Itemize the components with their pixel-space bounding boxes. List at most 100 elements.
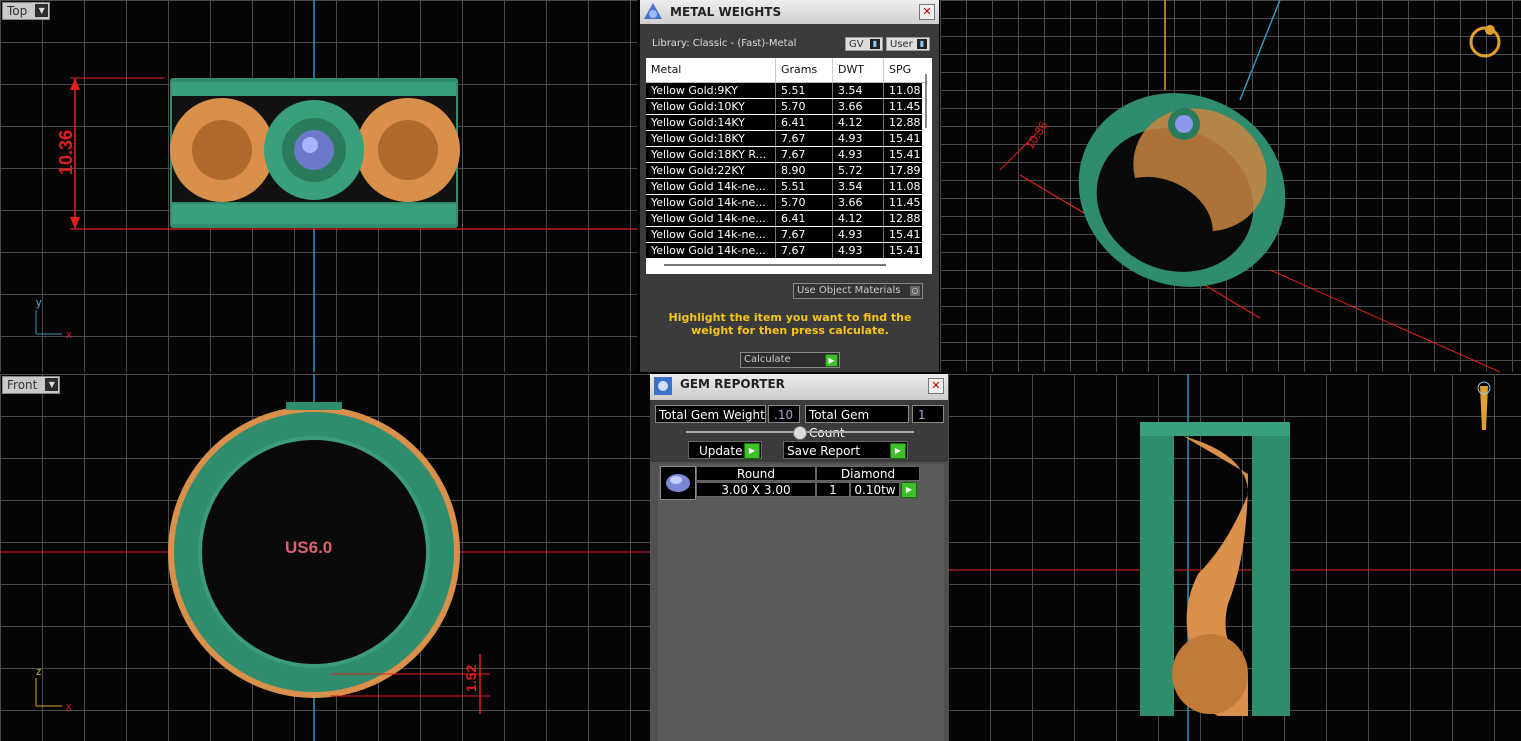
cell-grams: 5.51 [775,179,832,194]
play-icon[interactable]: ▶ [901,482,917,498]
cell-metal: Yellow Gold:18KY R... [651,148,767,161]
metal-weights-title: METAL WEIGHTS [670,5,782,19]
horizontal-scrollbar[interactable] [664,264,886,266]
gem-reporter-titlebar[interactable]: GEM REPORTER ✕ [650,374,948,400]
save-report-button[interactable]: Save Report ▶ [783,441,908,459]
cell-grams: 7.67 [775,131,832,146]
cell-spg: 15.41 [883,227,922,242]
table-row[interactable]: Yellow Gold 14k-ne... 5.70 3.66 11.45 [646,195,922,211]
gem-list-item[interactable]: Round Diamond 3.00 X 3.00 1 0.10tw ▶ [660,466,920,500]
top-view-canvas: 10.36 y x [35,0,637,372]
cell-grams: 7.67 [775,243,832,258]
cell-spg: 11.08 [883,179,922,194]
metal-weights-logo-icon [644,3,662,19]
col-metal[interactable]: Metal [646,58,773,82]
cell-spg: 15.41 [883,147,922,162]
top-axis-y: y [36,297,42,309]
gem-weight: 0.10tw [850,482,900,497]
gem-reporter-panel: GEM REPORTER ✕ Total Gem Weight .10 Tota… [650,374,948,741]
update-label: Update [699,444,743,458]
cell-metal: Yellow Gold:14KY [651,116,745,129]
table-row[interactable]: Yellow Gold 14k-ne... 7.67 4.93 15.41 [646,243,922,259]
gv-toggle[interactable]: GV ▮ [845,37,883,51]
calculate-label: Calculate [744,354,791,365]
total-gem-count-value: 1 [912,405,944,423]
front-view-canvas: US6.0 1.52 z x [0,374,650,741]
viewport-right[interactable] [948,374,1521,741]
round-gem-icon [666,474,690,492]
instruction-text: Highlight the item you want to find the … [668,311,912,337]
vertical-scrollbar[interactable] [925,74,927,128]
user-label: User [890,39,913,50]
table-row[interactable]: Yellow Gold:14KY 6.41 4.12 12.88 [646,115,922,131]
total-gem-weight-label: Total Gem Weight [655,405,766,423]
cell-metal: Yellow Gold:9KY [651,84,738,97]
viewport-top-name: Top [7,4,28,18]
col-dwt[interactable]: DWT [832,58,882,82]
cell-dwt: 4.12 [832,211,883,226]
cell-grams: 7.67 [775,147,832,162]
front-ring-size-text: US6.0 [285,538,332,557]
close-icon[interactable]: ✕ [928,378,944,394]
cell-spg: 15.41 [883,243,922,258]
calculate-button[interactable]: Calculate ▶ [740,352,840,368]
cell-metal: Yellow Gold:10KY [651,100,745,113]
col-spg[interactable]: SPG [883,58,929,82]
persp-dimension-text: 10.36 [1023,118,1051,151]
metal-weights-titlebar[interactable]: METAL WEIGHTS ✕ [640,0,939,24]
save-report-label: Save Report [787,444,861,458]
gem-thumbnail [660,466,696,500]
use-object-materials-toggle[interactable]: Use Object Materials ○ [793,283,923,299]
table-row[interactable]: Yellow Gold 14k-ne... 6.41 4.12 12.88 [646,211,922,227]
cell-grams: 6.41 [775,211,832,226]
viewport-front-label[interactable]: Front ▼ [2,376,61,394]
gv-label: GV [849,39,864,50]
top-dimension-text: 10.36 [56,130,76,175]
gem-list[interactable]: Round Diamond 3.00 X 3.00 1 0.10tw ▶ [658,464,944,741]
chevron-down-icon[interactable]: ▼ [45,378,59,391]
update-button[interactable]: Update ▶ [688,441,762,459]
table-row[interactable]: Yellow Gold:9KY 5.51 3.54 11.08 [646,83,922,99]
gem-count: 1 [816,482,850,497]
cell-metal: Yellow Gold 14k-ne... [651,212,766,225]
cell-dwt: 4.93 [832,147,883,162]
cell-spg: 11.45 [883,99,922,114]
cell-dwt: 4.93 [832,243,883,258]
cell-grams: 5.70 [775,99,832,114]
gem-size: 3.00 X 3.00 [696,482,816,497]
col-grams[interactable]: Grams [775,58,831,82]
cell-dwt: 4.93 [832,131,883,146]
gem-reporter-logo-icon [654,377,672,395]
total-gem-count-label: Total Gem Count [805,405,909,440]
table-row[interactable]: Yellow Gold:22KY 8.90 5.72 17.89 [646,163,922,179]
table-row[interactable]: Yellow Gold:18KY R... 7.67 4.93 15.41 [646,147,922,163]
size-slider-handle[interactable] [793,426,807,440]
top-axis-x: x [66,329,72,341]
table-row[interactable]: Yellow Gold:18KY 7.67 4.93 15.41 [646,131,922,147]
viewport-top[interactable]: 10.36 y x Top ▼ [0,0,637,372]
cell-metal: Yellow Gold 14k-ne... [651,196,766,209]
cell-grams: 7.67 [775,227,832,242]
table-row[interactable]: Yellow Gold 14k-ne... 5.51 3.54 11.08 [646,179,922,195]
cell-dwt: 4.93 [832,227,883,242]
front-dimension-text: 1.52 [463,665,479,692]
cell-spg: 12.88 [883,115,922,130]
table-row[interactable]: Yellow Gold 14k-ne... 7.67 4.93 15.41 [646,227,922,243]
viewport-front[interactable]: US6.0 1.52 z x Front ▼ [0,374,650,741]
chevron-down-icon[interactable]: ▼ [35,4,49,17]
cell-dwt: 3.54 [832,83,883,98]
viewport-perspective[interactable]: 10.36 [940,0,1521,372]
close-icon[interactable]: ✕ [919,4,935,20]
cell-grams: 5.70 [775,195,832,210]
table-row[interactable]: Yellow Gold:10KY 5.70 3.66 11.45 [646,99,922,115]
table-header: Metal Grams DWT SPG [646,58,926,83]
metal-weights-table[interactable]: Metal Grams DWT SPG Yellow Gold:9KY 5.51 3… [646,58,932,274]
viewport-top-label[interactable]: Top ▼ [2,2,51,20]
user-toggle[interactable]: User ▮ [886,37,930,51]
gem-reporter-title: GEM REPORTER [680,377,785,391]
total-gem-weight-value: .10 [768,405,800,423]
cell-spg: 17.89 [883,163,922,178]
gem-shape: Round [696,466,816,481]
cell-dwt: 3.66 [832,195,883,210]
use-object-materials-label: Use Object Materials [797,285,901,296]
